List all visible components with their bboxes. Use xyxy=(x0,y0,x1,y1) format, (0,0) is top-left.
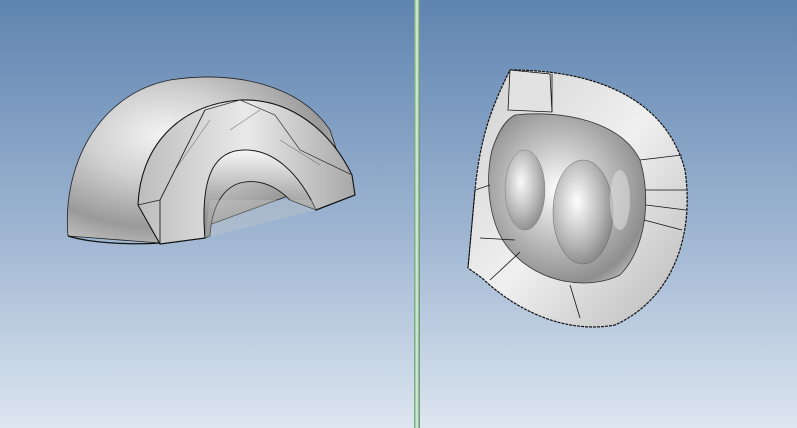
viewport-left[interactable] xyxy=(0,0,414,428)
viewport-right[interactable] xyxy=(420,0,797,428)
cavity-shell-icon[interactable] xyxy=(420,0,797,428)
cad-app-window xyxy=(0,0,797,428)
dome-half-shell-icon[interactable] xyxy=(0,0,414,428)
